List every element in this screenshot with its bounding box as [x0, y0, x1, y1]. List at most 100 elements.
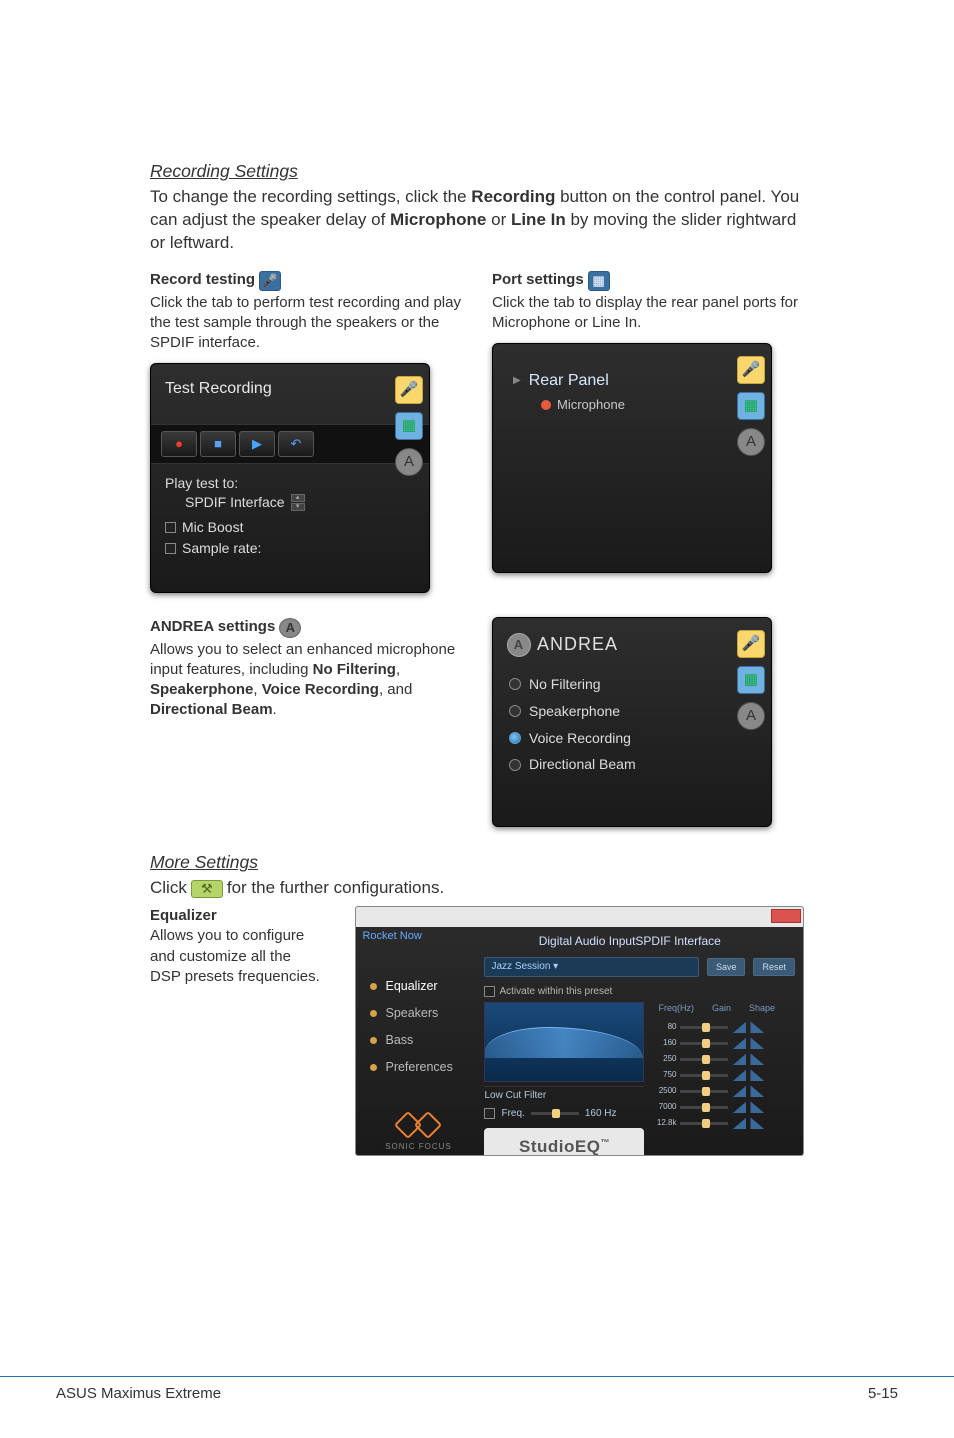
eq-header-shape: Shape	[749, 1002, 775, 1014]
more-click-pre: Click	[150, 877, 187, 900]
radio-icon	[509, 732, 521, 744]
eq-band-shape-icon[interactable]	[732, 1101, 746, 1113]
microphone-port-dot-icon	[541, 400, 551, 410]
footer-right: 5-15	[868, 1385, 898, 1402]
spdif-spinner[interactable]: ▴▾	[291, 494, 305, 511]
eq-nav-label: Bass	[385, 1032, 413, 1049]
eq-lowcut-slider[interactable]	[531, 1112, 579, 1115]
rear-panel: ▶ Rear Panel Microphone 🎤 ▦ A	[492, 343, 772, 573]
more-settings-click-line: Click ⚒ for the further configurations.	[150, 877, 804, 900]
eq-preset-select[interactable]: Jazz Session ▾	[484, 957, 698, 977]
eq-nav-item[interactable]: Equalizer	[370, 973, 466, 1000]
eq-band-row: 750	[654, 1067, 795, 1083]
andrea-side-tab-port[interactable]: ▦	[737, 666, 765, 694]
andrea-option[interactable]: Speakerphone	[509, 698, 755, 725]
port-settings-heading: Port settings ▦	[492, 270, 804, 290]
eq-lowcut-freq-label: Freq.	[501, 1107, 524, 1121]
eq-titlebar	[356, 907, 803, 927]
eq-subtitle: Digital Audio InputSPDIF Interface	[456, 927, 803, 953]
eq-lowcut-checkbox[interactable]	[484, 1108, 495, 1119]
side-tab-mic[interactable]: 🎤	[395, 376, 423, 404]
andrea-s2: ,	[253, 681, 261, 698]
eq-band-gain-slider[interactable]	[680, 1074, 728, 1077]
transport-bar: ● ■ ▶ ↶	[151, 424, 429, 464]
footer-left: ASUS Maximus Extreme	[56, 1385, 221, 1402]
radio-icon	[509, 759, 521, 771]
eq-band-shape2-icon[interactable]	[750, 1037, 764, 1049]
eq-band-shape-icon[interactable]	[732, 1069, 746, 1081]
eq-band-gain-slider[interactable]	[680, 1122, 728, 1125]
eq-save-button[interactable]: Save	[707, 958, 746, 976]
eq-band-gain-slider[interactable]	[680, 1042, 728, 1045]
eq-nav-label: Equalizer	[385, 978, 437, 995]
equalizer-window: Rocket Now Digital Audio InputSPDIF Inte…	[355, 906, 804, 1156]
eq-band-shape-icon[interactable]	[732, 1037, 746, 1049]
andrea-b3: Voice Recording	[262, 681, 379, 698]
recording-settings-heading: Recording Settings	[150, 160, 804, 184]
eq-graph	[484, 1002, 644, 1082]
recording-settings-intro: To change the recording settings, click …	[150, 186, 804, 255]
andrea-option-label: No Filtering	[529, 675, 601, 694]
andrea-option[interactable]: No Filtering	[509, 671, 755, 698]
eq-band-gain-slider[interactable]	[680, 1026, 728, 1029]
eq-band-shape2-icon[interactable]	[750, 1021, 764, 1033]
port-tab-icon: ▦	[588, 271, 610, 291]
andrea-option[interactable]: Voice Recording	[509, 725, 755, 752]
eq-band-shape-icon[interactable]	[732, 1117, 746, 1129]
radio-icon	[509, 678, 521, 690]
andrea-option[interactable]: Directional Beam	[509, 751, 755, 778]
mic-boost-label: Mic Boost	[182, 518, 243, 537]
more-click-post: for the further configurations.	[227, 877, 444, 900]
eq-band-freq: 12.8k	[654, 1118, 676, 1129]
eq-nav-label: Speakers	[385, 1005, 438, 1022]
intro-microphone-bold: Microphone	[390, 210, 486, 229]
sample-rate-checkbox[interactable]	[165, 543, 176, 554]
rear-side-tab-mic[interactable]: 🎤	[737, 356, 765, 384]
eq-band-freq: 160	[654, 1038, 676, 1049]
rear-panel-side-tabs: 🎤 ▦ A	[737, 356, 767, 456]
eq-band-shape2-icon[interactable]	[750, 1101, 764, 1113]
eq-band-gain-slider[interactable]	[680, 1090, 728, 1093]
eq-main: Jazz Session ▾ Save Reset Activate withi…	[476, 953, 803, 1156]
eq-band-shape-icon[interactable]	[732, 1053, 746, 1065]
rear-side-tab-port[interactable]: ▦	[737, 392, 765, 420]
eq-band-row: 80	[654, 1019, 795, 1035]
rear-panel-expand-icon[interactable]: ▶	[513, 374, 521, 388]
eq-band-shape2-icon[interactable]	[750, 1117, 764, 1129]
test-recording-body: Play test to: SPDIF Interface ▴▾ Mic Boo…	[151, 464, 429, 568]
eq-activate-checkbox[interactable]	[484, 986, 495, 997]
eq-band-freq: 80	[654, 1022, 676, 1033]
andrea-side-tab-andrea[interactable]: A	[737, 702, 765, 730]
eq-band-shape2-icon[interactable]	[750, 1085, 764, 1097]
stop-button[interactable]: ■	[200, 431, 236, 457]
play-button[interactable]: ▶	[239, 431, 275, 457]
side-tab-andrea[interactable]: A	[395, 448, 423, 476]
side-tab-port[interactable]: ▦	[395, 412, 423, 440]
andrea-option-label: Directional Beam	[529, 755, 636, 774]
eq-rocket-label: Rocket Now	[362, 929, 421, 944]
eq-nav-item[interactable]: Speakers	[370, 1000, 466, 1027]
mic-boost-checkbox[interactable]	[165, 522, 176, 533]
eq-nav-item[interactable]: Preferences	[370, 1054, 466, 1081]
rear-side-tab-andrea[interactable]: A	[737, 428, 765, 456]
eq-band-gain-slider[interactable]	[680, 1106, 728, 1109]
undo-button[interactable]: ↶	[278, 431, 314, 457]
eq-nav-item[interactable]: Bass	[370, 1027, 466, 1054]
play-test-to-label: Play test to:	[165, 474, 415, 493]
andrea-settings-title: ANDREA settings	[150, 617, 275, 637]
andrea-s1: ,	[396, 661, 400, 678]
andrea-option-list: No Filtering SpeakerphoneVoice Recording D…	[493, 665, 771, 791]
record-button[interactable]: ●	[161, 431, 197, 457]
eq-band-shape-icon[interactable]	[732, 1021, 746, 1033]
eq-band-shape2-icon[interactable]	[750, 1053, 764, 1065]
eq-band-shape-icon[interactable]	[732, 1085, 746, 1097]
config-icon: ⚒	[191, 880, 223, 898]
andrea-side-tab-mic[interactable]: 🎤	[737, 630, 765, 658]
eq-band-gain-slider[interactable]	[680, 1058, 728, 1061]
eq-reset-button[interactable]: Reset	[753, 958, 795, 976]
close-button[interactable]	[771, 909, 801, 923]
andrea-settings-desc: Allows you to select an enhanced microph…	[150, 640, 462, 721]
eq-band-shape2-icon[interactable]	[750, 1069, 764, 1081]
more-settings-heading: More Settings	[150, 851, 804, 875]
andrea-settings-heading: ANDREA settings A	[150, 617, 462, 637]
